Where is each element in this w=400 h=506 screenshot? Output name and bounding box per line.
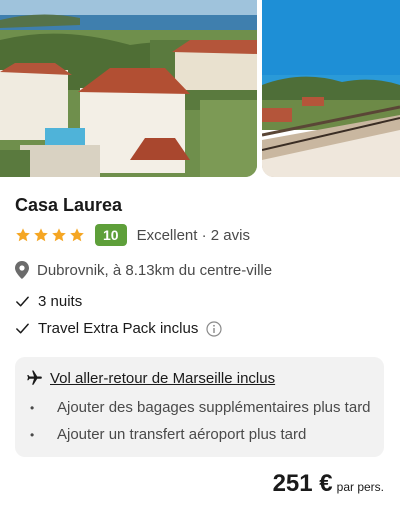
location-row: Dubrovnik, à 8.13km du centre-ville <box>15 261 272 279</box>
flight-info-box: Vol aller-retour de Marseille inclus • A… <box>15 357 384 457</box>
hotel-photo-main-image <box>0 0 257 177</box>
feature-pack: Travel Extra Pack inclus <box>15 320 222 337</box>
extra-baggage-text: Ajouter des bagages supplémentaires plus… <box>57 399 371 416</box>
info-circle-icon[interactable] <box>206 320 222 337</box>
checkmark-icon <box>16 323 29 334</box>
price-unit: par pers. <box>336 480 384 494</box>
nights-text: 3 nuits <box>38 293 83 310</box>
star-rating <box>15 227 85 243</box>
photo-gallery[interactable] <box>0 0 400 177</box>
price-amount: 251 € <box>272 470 333 497</box>
star-icon <box>70 228 84 242</box>
hotel-name[interactable]: Casa Laurea <box>15 195 122 216</box>
extra-transfer-item: • Ajouter un transfert aéroport plus tar… <box>30 426 306 443</box>
hotel-photo-main[interactable] <box>0 0 257 177</box>
checkmark-icon <box>16 296 29 307</box>
flight-row: Vol aller-retour de Marseille inclus <box>25 369 275 387</box>
rating-row: 10 Excellent · 2 avis <box>15 223 250 247</box>
feature-nights: 3 nuits <box>15 293 82 310</box>
hotel-photo-secondary-image <box>262 0 400 177</box>
extra-transfer-text: Ajouter un transfert aéroport plus tard <box>57 426 307 443</box>
flight-link[interactable]: Vol aller-retour de Marseille inclus <box>50 370 275 387</box>
rating-label[interactable]: Excellent · 2 avis <box>137 227 250 244</box>
hotel-photo-secondary[interactable] <box>262 0 400 177</box>
dot-icon: • <box>30 400 35 415</box>
price-row: 251 € par pers. <box>273 470 384 498</box>
star-icon <box>52 228 66 242</box>
hotel-card[interactable]: Casa Laurea 10 Excellent · 2 avis Dubrov… <box>0 0 400 506</box>
score-badge: 10 <box>95 224 127 246</box>
star-icon <box>16 228 30 242</box>
location-text: Dubrovnik, à 8.13km du centre-ville <box>37 261 273 279</box>
extra-baggage-item: • Ajouter des bagages supplémentaires pl… <box>30 399 371 416</box>
pack-text: Travel Extra Pack inclus <box>38 320 199 337</box>
star-icon <box>34 228 48 242</box>
dot-icon: • <box>30 427 35 442</box>
airplane-icon <box>27 370 42 385</box>
map-pin-icon <box>15 261 29 279</box>
